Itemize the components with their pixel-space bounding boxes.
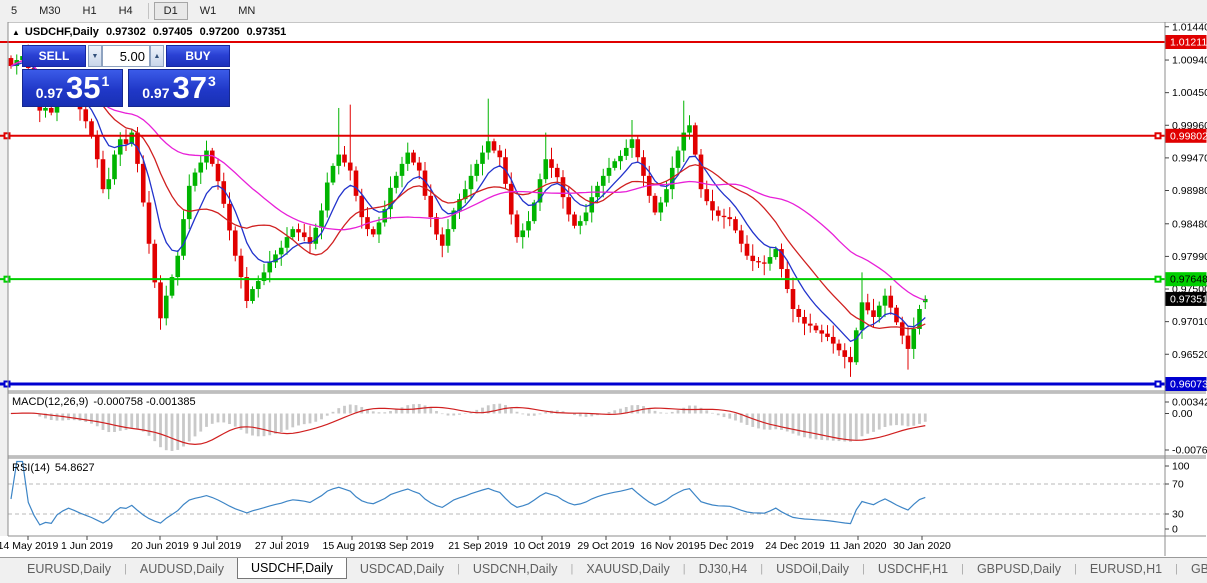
sell-price-big: 35 <box>66 71 100 105</box>
svg-text:0.97648: 0.97648 <box>1170 274 1207 286</box>
svg-text:-0.00761: -0.00761 <box>1172 445 1207 457</box>
svg-text:0.003428: 0.003428 <box>1172 397 1207 409</box>
macd-label: MACD(12,26,9)-0.000758 -0.001385 <box>12 396 201 408</box>
svg-text:30: 30 <box>1172 509 1184 521</box>
chart-tab-eurusd-daily[interactable]: EURUSD,Daily <box>14 558 124 579</box>
svg-text:100: 100 <box>1172 461 1190 473</box>
svg-text:30 Jan 2020: 30 Jan 2020 <box>893 540 951 552</box>
chart-tab-dj30-h4[interactable]: DJ30,H4 <box>686 558 761 579</box>
timeframe-button-D1[interactable]: D1 <box>154 2 188 20</box>
buy-price-prefix: 0.97 <box>142 85 169 101</box>
svg-text:14 May 2019: 14 May 2019 <box>0 540 59 552</box>
svg-text:0.98980: 0.98980 <box>1172 185 1207 197</box>
svg-text:9 Jul 2019: 9 Jul 2019 <box>193 540 242 552</box>
timeframe-button-M30[interactable]: M30 <box>29 2 70 20</box>
svg-text:0.97010: 0.97010 <box>1172 316 1207 328</box>
svg-text:20 Jun 2019: 20 Jun 2019 <box>131 540 189 552</box>
svg-text:1 Jun 2019: 1 Jun 2019 <box>61 540 113 552</box>
timeframe-button-H4[interactable]: H4 <box>109 2 143 20</box>
rsi-label: RSI(14)54.8627 <box>12 462 100 474</box>
svg-text:1.01211: 1.01211 <box>1170 37 1207 49</box>
chart-tab-eurusd-h1[interactable]: EURUSD,H1 <box>1077 558 1175 579</box>
svg-text:1.01440: 1.01440 <box>1172 21 1207 33</box>
buy-price-sup: 3 <box>208 73 216 89</box>
timeframe-button-W1[interactable]: W1 <box>190 2 227 20</box>
chart-tab-usdcnh-daily[interactable]: USDCNH,Daily <box>460 558 571 579</box>
timeframe-button-MN[interactable]: MN <box>228 2 265 20</box>
svg-text:0.96520: 0.96520 <box>1172 349 1207 361</box>
one-click-trading-panel: SELL ▼ ▲ BUY 0.97 35 1 0.97 37 3 <box>22 45 230 107</box>
volume-decrease-button[interactable]: ▼ <box>88 45 102 67</box>
svg-text:24 Dec 2019: 24 Dec 2019 <box>765 540 825 552</box>
chart-title: ▲ USDCHF,Daily 0.97302 0.97405 0.97200 0.… <box>12 26 290 38</box>
ohlc-open: 0.97302 <box>106 26 146 38</box>
svg-text:3 Sep 2019: 3 Sep 2019 <box>380 540 434 552</box>
svg-text:10 Oct 2019: 10 Oct 2019 <box>513 540 570 552</box>
svg-text:1.00940: 1.00940 <box>1172 55 1207 67</box>
buy-price-tile[interactable]: 0.97 37 3 <box>128 69 230 107</box>
chart-tab-xauusd-daily[interactable]: XAUUSD,Daily <box>573 558 682 579</box>
chart-symbol-label: USDCHF,Daily <box>25 26 99 38</box>
timeframe-button-5[interactable]: 5 <box>1 2 27 20</box>
svg-text:27 Jul 2019: 27 Jul 2019 <box>255 540 309 552</box>
svg-text:15 Aug 2019: 15 Aug 2019 <box>323 540 382 552</box>
sell-price-prefix: 0.97 <box>36 85 63 101</box>
svg-text:0.96073: 0.96073 <box>1170 379 1207 391</box>
svg-text:1.00450: 1.00450 <box>1172 87 1207 99</box>
sell-button[interactable]: SELL <box>22 45 86 67</box>
chart-tab-gbpaud-h1[interactable]: GBPAUD,H1 <box>1178 558 1207 579</box>
toolbar-separator <box>148 3 149 19</box>
volume-input[interactable] <box>102 45 150 67</box>
timeframe-button-H1[interactable]: H1 <box>73 2 107 20</box>
chart-tab-gbpusd-daily[interactable]: GBPUSD,Daily <box>964 558 1074 579</box>
svg-text:11 Jan 2020: 11 Jan 2020 <box>829 540 886 552</box>
volume-increase-button[interactable]: ▲ <box>150 45 164 67</box>
ohlc-low: 0.97200 <box>200 26 240 38</box>
svg-text:0.00: 0.00 <box>1172 408 1193 420</box>
chart-tab-usdchf-h1[interactable]: USDCHF,H1 <box>865 558 961 579</box>
trading-terminal-window: 5M30H1H4 D1W1MN 1.01440 1.00940 1.00450 0.99… <box>0 0 1207 583</box>
chart-tab-usdoil-daily[interactable]: USDOil,Daily <box>763 558 862 579</box>
buy-button[interactable]: BUY <box>166 45 230 67</box>
svg-text:29 Oct 2019: 29 Oct 2019 <box>577 540 634 552</box>
svg-text:5 Dec 2019: 5 Dec 2019 <box>700 540 754 552</box>
chart-tab-audusd-daily[interactable]: AUDUSD,Daily <box>127 558 237 579</box>
chart-tabbar: EURUSD,Daily|AUDUSD,DailyUSDCHF,DailyUSD… <box>0 557 1207 579</box>
svg-text:16 Nov 2019: 16 Nov 2019 <box>640 540 700 552</box>
svg-text:70: 70 <box>1172 479 1184 491</box>
ohlc-high: 0.97405 <box>153 26 193 38</box>
buy-price-big: 37 <box>172 71 206 105</box>
ohlc-close: 0.97351 <box>246 26 286 38</box>
svg-text:0: 0 <box>1172 524 1178 536</box>
svg-text:21 Sep 2019: 21 Sep 2019 <box>448 540 508 552</box>
chart-tab-usdcad-daily[interactable]: USDCAD,Daily <box>347 558 457 579</box>
svg-text:0.98480: 0.98480 <box>1172 218 1207 230</box>
sell-price-sup: 1 <box>101 73 109 89</box>
sell-price-tile[interactable]: 0.97 35 1 <box>22 69 123 107</box>
chart-tab-usdchf-daily[interactable]: USDCHF,Daily <box>237 558 347 579</box>
svg-text:0.97351: 0.97351 <box>1170 293 1207 305</box>
svg-text:0.97990: 0.97990 <box>1172 251 1207 263</box>
svg-text:0.99470: 0.99470 <box>1172 152 1207 164</box>
svg-text:0.99802: 0.99802 <box>1170 130 1207 142</box>
timeframe-toolbar: 5M30H1H4 D1W1MN <box>0 0 1207 22</box>
collapse-icon[interactable]: ▲ <box>12 28 20 37</box>
